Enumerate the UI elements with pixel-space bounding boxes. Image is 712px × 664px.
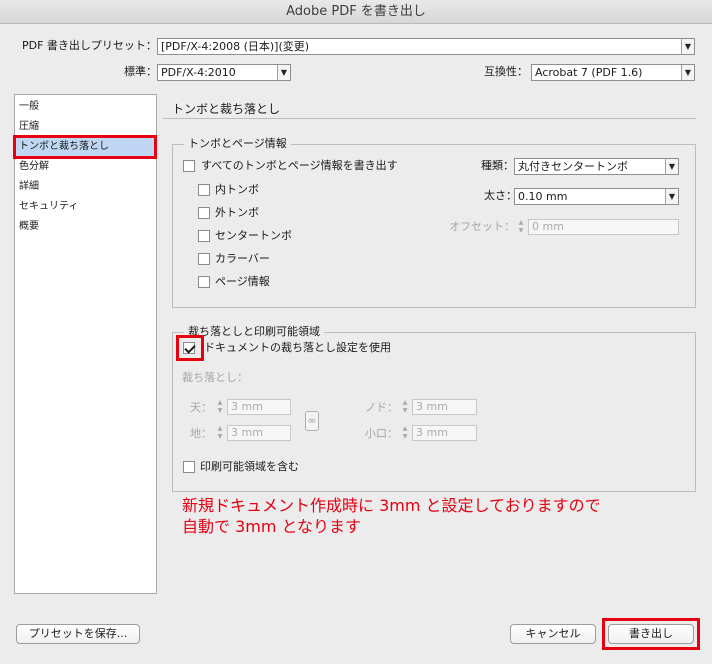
weight-select[interactable]: 0.10 mm ▼: [514, 188, 679, 205]
bleed-marks-checkbox[interactable]: [198, 207, 210, 219]
chevron-down-icon: ▼: [665, 159, 678, 174]
standard-select[interactable]: PDF/X-4:2010 ▼: [157, 64, 291, 81]
inside-field[interactable]: 3 mm: [412, 399, 477, 415]
inside-stepper[interactable]: ▲ ▼: [400, 399, 410, 415]
annotation-line-1: 新規ドキュメント作成時に 3mm と設定しておりますので: [182, 496, 601, 515]
bottom-field[interactable]: 3 mm: [227, 425, 291, 441]
sidebar-item-advanced[interactable]: 詳細: [15, 177, 156, 197]
top-stepper[interactable]: ▲ ▼: [215, 399, 225, 415]
type-value: 丸付きセンタートンボ: [518, 160, 628, 173]
preset-select[interactable]: [PDF/X-4:2008 (日本)](変更) ▼: [157, 38, 695, 55]
highlight-box-sidebar: [13, 135, 157, 159]
type-select[interactable]: 丸付きセンタートンボ ▼: [514, 158, 679, 175]
sidebar-item-general[interactable]: 一般: [15, 97, 156, 117]
bleed-label: 裁ち落とし：: [182, 371, 248, 384]
slug-checkbox[interactable]: [183, 461, 195, 473]
link-icon[interactable]: ∞: [305, 411, 319, 431]
highlight-box-export: [602, 618, 700, 650]
chevron-down-icon: ▼: [665, 189, 678, 204]
outside-field[interactable]: 3 mm: [412, 425, 477, 441]
type-label: 種類：: [481, 159, 514, 172]
weight-value: 0.10 mm: [518, 190, 568, 203]
top-label: 天：: [190, 401, 212, 414]
cancel-button[interactable]: キャンセル: [510, 624, 596, 644]
compat-select[interactable]: Acrobat 7 (PDF 1.6) ▼: [531, 64, 695, 81]
sidebar-item-summary[interactable]: 概要: [15, 217, 156, 237]
chevron-down-icon: ▼: [277, 65, 290, 80]
crop-marks-checkbox[interactable]: [198, 184, 210, 196]
page-info-checkbox[interactable]: [198, 276, 210, 288]
window-title: Adobe PDF を書き出し: [0, 0, 712, 24]
inside-label: ノド：: [365, 401, 398, 414]
highlight-box-checkbox: [176, 335, 204, 361]
color-bars-label: カラーバー: [215, 252, 270, 265]
save-preset-button[interactable]: プリセットを保存...: [16, 624, 140, 644]
offset-label: オフセット：: [449, 220, 515, 233]
bleed-legend: 裁ち落としと印刷可能領域: [184, 325, 324, 339]
compat-value: Acrobat 7 (PDF 1.6): [535, 66, 643, 79]
preset-label: PDF 書き出しプリセット：: [22, 39, 157, 52]
page-info-label: ページ情報: [215, 275, 270, 288]
sidebar-item-compression[interactable]: 圧縮: [15, 117, 156, 137]
sidebar: 一般 圧縮 トンボと裁ち落とし 色分解 詳細 セキュリティ 概要: [14, 94, 157, 594]
bottom-stepper[interactable]: ▲ ▼: [215, 425, 225, 441]
bottom-label: 地：: [190, 427, 212, 440]
weight-label: 太さ：: [484, 189, 517, 202]
crop-marks-label: 内トンボ: [215, 183, 259, 196]
section-divider: [163, 118, 696, 119]
sidebar-item-security[interactable]: セキュリティ: [15, 197, 156, 217]
use-doc-bleed-label: ドキュメントの裁ち落とし設定を使用: [204, 341, 391, 354]
color-bars-checkbox[interactable]: [198, 253, 210, 265]
preset-value: [PDF/X-4:2008 (日本)](変更): [161, 40, 310, 53]
outside-label: 小口：: [365, 427, 398, 440]
section-title: トンボと裁ち落とし: [172, 102, 281, 116]
bleed-marks-label: 外トンボ: [215, 206, 259, 219]
marks-legend: トンボとページ情報: [184, 137, 291, 151]
registration-marks-label: センタートンボ: [215, 229, 292, 242]
offset-stepper[interactable]: ▲ ▼: [516, 219, 526, 235]
annotation-line-2: 自動で 3mm となります: [182, 517, 362, 536]
compat-label: 互換性：: [484, 65, 528, 78]
sidebar-item-output[interactable]: 色分解: [15, 157, 156, 177]
registration-marks-checkbox[interactable]: [198, 230, 210, 242]
outside-stepper[interactable]: ▲ ▼: [400, 425, 410, 441]
all-marks-label: すべてのトンボとページ情報を書き出す: [201, 159, 398, 172]
chevron-down-icon: ▼: [681, 39, 694, 54]
standard-label: 標準：: [124, 65, 157, 78]
standard-value: PDF/X-4:2010: [161, 66, 236, 79]
offset-field[interactable]: 0 mm: [528, 219, 679, 235]
all-marks-checkbox[interactable]: [183, 160, 195, 172]
chevron-down-icon: ▼: [681, 65, 694, 80]
top-field[interactable]: 3 mm: [227, 399, 291, 415]
slug-label: 印刷可能領域を含む: [200, 460, 299, 473]
